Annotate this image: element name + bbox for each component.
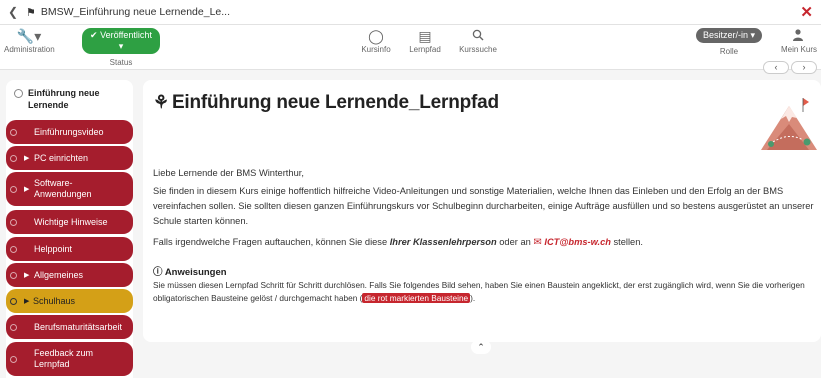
sidebar-item-label: Schulhaus xyxy=(33,295,76,306)
role-badge[interactable]: Besitzer/-in ▾ xyxy=(695,28,763,43)
questions-mid: oder an xyxy=(496,237,534,247)
tree-structure-icon: ⚘ xyxy=(153,92,169,112)
title-bar: ❮ ⚑ BMSW_Einführung neue Lernende_Le... … xyxy=(0,0,821,25)
greeting-text: Liebe Lernende der BMS Winterthur, xyxy=(153,168,304,178)
status-circle-icon xyxy=(10,297,17,305)
status-circle-icon xyxy=(10,218,17,226)
mountain-illustration xyxy=(761,98,817,150)
status-circle-icon xyxy=(10,245,17,253)
sidebar-item-feedback[interactable]: Feedback zum Lernpfad xyxy=(6,342,133,376)
administration-label: Administration xyxy=(4,45,55,54)
sidebar-item-label: Software-Anwendungen xyxy=(34,178,92,199)
page-title: ⚘ Einführung neue Lernende_Lernpfad xyxy=(153,92,499,114)
sidebar-item-software-anwendungen[interactable]: ▶ Software-Anwendungen xyxy=(6,172,133,206)
expand-arrow-icon[interactable]: ▶ xyxy=(24,154,29,162)
email-link[interactable]: ICT@bms-w.ch xyxy=(544,237,611,247)
page-nav: ‹ › xyxy=(763,61,817,74)
expand-arrow-icon[interactable]: ▶ xyxy=(24,185,29,193)
user-icon xyxy=(778,28,820,45)
info-icon: ⓘ xyxy=(153,267,163,278)
administration-tool[interactable]: 🔧▾ Administration xyxy=(4,28,55,54)
questions-text: Falls irgendwelche Fragen auftauchen, kö… xyxy=(153,235,818,250)
kurssuche-tool[interactable]: Kurssuche xyxy=(455,28,501,54)
intro-text: Sie finden in diesem Kurs einige hoffent… xyxy=(153,186,814,226)
sidebar-item-label: Allgemeines xyxy=(34,269,84,280)
course-title: BMSW_Einführung neue Lernende_Le... xyxy=(40,6,231,18)
learning-path-sidebar: Einführung neue Lernende Einführungsvide… xyxy=(6,80,133,378)
sidebar-item-label: Einführungsvideo xyxy=(34,126,104,137)
lernpfad-label: Lernpfad xyxy=(409,45,441,54)
questions-suffix: stellen. xyxy=(610,237,643,247)
lernpfad-tool[interactable]: ▤ Lernpfad xyxy=(404,28,446,54)
previous-button[interactable]: ‹ xyxy=(763,61,789,74)
kurssuche-label: Kurssuche xyxy=(459,45,497,54)
course-toolbar: 🔧▾ Administration ✔ Veröffentlicht ▾ Sta… xyxy=(0,25,821,70)
sidebar-root-label: Einführung neue Lernende xyxy=(28,88,100,110)
section-heading: ⓘ Anweisungen xyxy=(153,264,227,278)
sidebar-item-label: Feedback zum Lernpfad xyxy=(34,348,94,369)
sidebar-item-einfuehrungsvideo[interactable]: Einführungsvideo xyxy=(6,120,133,144)
expand-arrow-icon[interactable]: ▶ xyxy=(24,271,29,279)
sidebar-item-label: PC einrichten xyxy=(34,152,89,163)
kursinfo-tool[interactable]: ◯ Kursinfo xyxy=(356,28,396,54)
sidebar-item-label: Berufsmaturitätsarbeit xyxy=(34,321,123,332)
status-circle-icon xyxy=(10,185,17,193)
status-circle-icon xyxy=(10,128,17,136)
lightbulb-icon: ◯ xyxy=(368,28,384,44)
sidebar-item-berufsmaturitaetsarbeit[interactable]: Berufsmaturitätsarbeit xyxy=(6,315,133,339)
kursinfo-label: Kursinfo xyxy=(361,45,391,54)
role-label: Rolle xyxy=(719,47,739,56)
sidebar-item-label: Wichtige Hinweise xyxy=(34,216,108,227)
status-badge[interactable]: ✔ Veröffentlicht ▾ xyxy=(82,28,160,54)
sidebar-root-item[interactable]: Einführung neue Lernende xyxy=(6,80,133,116)
instructions-text: Sie müssen diesen Lernpfad Schritt für S… xyxy=(153,279,818,305)
mein-kurs-label: Mein Kurs xyxy=(780,45,817,54)
next-button[interactable]: › xyxy=(791,61,817,74)
home-icon[interactable]: ⚑ xyxy=(26,6,36,19)
highlight-badge: die rot markierten Bausteine xyxy=(362,293,471,303)
instructions-prefix: Sie müssen diesen Lernpfad Schritt für S… xyxy=(153,280,805,303)
expand-arrow-icon[interactable]: ▶ xyxy=(24,297,29,305)
close-icon[interactable]: ✕ xyxy=(800,3,813,21)
sidebar-item-label: Helppoint xyxy=(34,243,73,254)
teacher-emphasis: Ihrer Klassenlehrperson xyxy=(389,237,497,247)
section-heading-text: Anweisungen xyxy=(164,267,227,278)
main-content-card: ⚘ Einführung neue Lernende_Lernpfad Liebe… xyxy=(143,80,821,342)
mein-kurs-tool[interactable]: Mein Kurs xyxy=(778,28,820,54)
role-tool[interactable]: Besitzer/-in ▾ Rolle xyxy=(688,28,770,56)
page-title-text: Einführung neue Lernende_Lernpfad xyxy=(171,92,499,113)
status-label: Status xyxy=(109,58,133,67)
sidebar-item-pc-einrichten[interactable]: ▶ PC einrichten xyxy=(6,146,133,170)
sidebar-item-wichtige-hinweise[interactable]: Wichtige Hinweise xyxy=(6,210,133,234)
sidebar-item-schulhaus[interactable]: ▶ Schulhaus xyxy=(6,289,133,313)
sidebar-item-allgemeines[interactable]: ▶ Allgemeines xyxy=(6,263,133,287)
status-circle-icon xyxy=(10,355,17,363)
status-circle-icon xyxy=(10,154,17,162)
status-circle-icon xyxy=(10,271,17,279)
chevron-up-icon[interactable]: ⌃ xyxy=(471,340,491,354)
sidebar-item-helppoint[interactable]: Helppoint xyxy=(6,237,133,261)
instructions-suffix: ). xyxy=(470,293,476,303)
envelope-icon: ✉ xyxy=(533,237,542,248)
signpost-icon: ▤ xyxy=(418,28,432,44)
questions-prefix: Falls irgendwelche Fragen auftauchen, kö… xyxy=(153,237,390,247)
status-circle-icon xyxy=(14,89,23,98)
search-icon xyxy=(455,28,501,45)
status-circle-icon xyxy=(10,323,17,331)
chevron-left-icon[interactable]: ❮ xyxy=(8,5,18,19)
status-tool[interactable]: ✔ Veröffentlicht ▾ Status xyxy=(82,28,160,67)
wrench-icon: 🔧▾ xyxy=(16,28,42,44)
